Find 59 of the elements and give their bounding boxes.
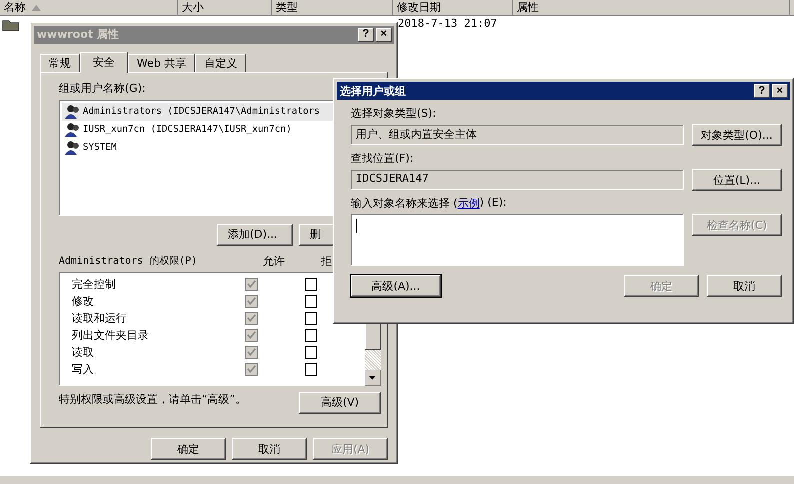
window-title: wwwroot 属性 — [37, 27, 120, 42]
allow-checkbox[interactable] — [245, 294, 258, 308]
object-name-label: 输入对象名称来选择 ( — [351, 196, 458, 211]
hint-text: 特别权限或高级设置，请单击“高级”。 — [59, 392, 246, 407]
allow-checkbox[interactable] — [245, 346, 258, 359]
permission-name: 修改 — [71, 294, 95, 309]
user-group-icon — [64, 104, 82, 120]
dialog-button[interactable]: 添加(D)... — [217, 224, 293, 246]
object-name-label: ) (E): — [480, 196, 507, 209]
user-group-icon — [64, 122, 82, 138]
deny-checkbox[interactable] — [304, 278, 317, 291]
permission-name: 读取 — [71, 344, 95, 360]
location-field: IDCSJERA147 — [351, 170, 684, 190]
deny-checkbox[interactable] — [304, 294, 317, 308]
examples-link[interactable]: 示例 — [458, 196, 480, 211]
deny-checkbox[interactable] — [304, 362, 317, 376]
permission-name: 列出文件夹目录 — [71, 328, 150, 343]
tab[interactable]: 常规 — [40, 54, 80, 72]
tab[interactable]: 自定义 — [195, 54, 246, 72]
modified-date: 2018-7-13 21:07 — [398, 17, 498, 30]
tab[interactable]: Web 共享 — [128, 54, 196, 72]
window-title: 选择用户或组 — [340, 84, 406, 98]
allow-checkbox[interactable] — [245, 328, 258, 342]
permissions-label: Administrators 的权限(P) — [59, 254, 198, 268]
object-type-label: 选择对象类型(S): — [351, 106, 436, 121]
advanced-button[interactable]: 高级(A)... — [351, 275, 441, 297]
object-name-input[interactable] — [351, 214, 684, 266]
allow-checkbox[interactable] — [245, 312, 258, 325]
column-header: 拒 — [321, 254, 332, 270]
object-type-field: 用户、组或内置安全主体 — [351, 125, 684, 145]
column-header[interactable]: 修改日期 — [393, 0, 513, 15]
dialog-button[interactable]: 取消 — [232, 438, 307, 460]
column-header: 允许 — [263, 254, 285, 270]
column-header[interactable]: 属性 — [513, 0, 790, 15]
folder-icon — [2, 18, 20, 32]
object-types-button[interactable]: 对象类型(O)... — [692, 124, 782, 146]
allow-checkbox[interactable] — [245, 278, 258, 291]
deny-checkbox[interactable] — [304, 312, 317, 325]
tab[interactable]: 安全 — [80, 52, 128, 73]
permission-name: 读取和运行 — [71, 310, 128, 326]
dialog-button[interactable]: 确定 — [151, 438, 226, 460]
locations-button[interactable]: 位置(L)... — [692, 169, 782, 191]
column-header[interactable]: 大小 — [178, 0, 272, 15]
dialog-button[interactable]: 取消 — [707, 275, 782, 297]
allow-checkbox[interactable] — [245, 362, 258, 376]
advanced-button[interactable]: 高级(V) — [299, 392, 381, 414]
users-label: 组或用户名称(G): — [59, 80, 146, 96]
column-header[interactable]: 类型 — [272, 0, 393, 15]
permission-name: 完全控制 — [71, 276, 117, 292]
location-label: 查找位置(F): — [351, 151, 414, 166]
column-header[interactable]: 名称 — [0, 0, 178, 15]
close-button[interactable]: × — [772, 84, 788, 98]
scroll-down-icon[interactable] — [365, 370, 381, 386]
deny-checkbox[interactable] — [304, 346, 317, 359]
permission-name: 写入 — [71, 362, 95, 377]
help-button[interactable]: ? — [754, 84, 770, 98]
deny-checkbox[interactable] — [304, 328, 317, 342]
user-group-icon — [64, 140, 82, 156]
sort-arrow-icon — [32, 4, 41, 10]
